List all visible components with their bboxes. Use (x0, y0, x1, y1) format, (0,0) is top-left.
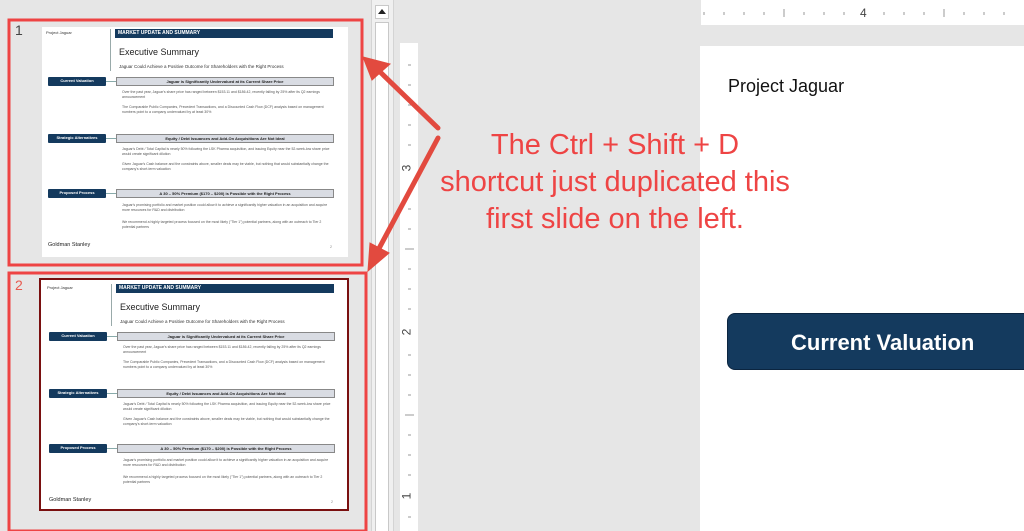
arrow-line-to-slide-2 (373, 135, 441, 257)
arrow-line-to-slide-1 (373, 65, 441, 131)
highlight-frame-slide-2 (7, 271, 368, 531)
arrow-head-slide-2 (367, 242, 390, 273)
annotation-callout: The Ctrl + Shift + D shortcut just dupli… (440, 129, 790, 235)
highlight-frame-slide-1 (7, 18, 364, 267)
annotation-overlay (7, 18, 441, 531)
